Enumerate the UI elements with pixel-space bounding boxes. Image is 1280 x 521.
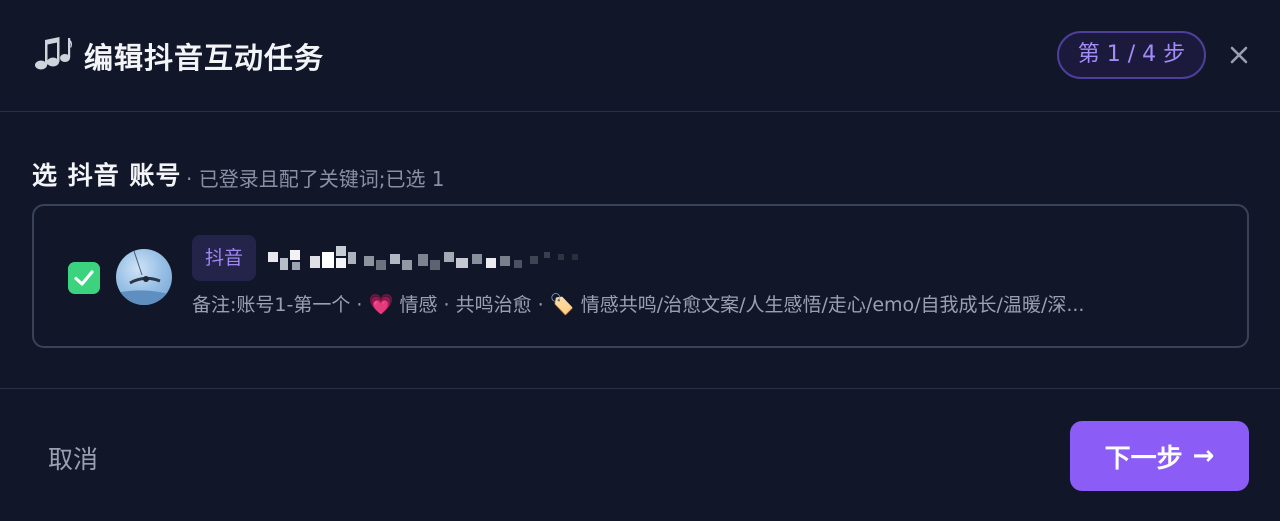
platform-tag: 抖音	[192, 235, 256, 281]
separator: ·	[537, 294, 544, 316]
next-step-button[interactable]: 下一步 →	[1070, 421, 1249, 491]
account-card[interactable]: 抖音 备注:账号1-第一个 · 💗 情感 · 共鸣治愈 · 🏷️ 情感共鸣/治愈…	[32, 204, 1249, 348]
separator: ·	[443, 294, 450, 316]
next-step-label: 下一步	[1104, 443, 1183, 474]
keywords-text: 情感共鸣/治愈文案/人生感悟/走心/emo/自我成长/温暖/深...	[580, 294, 1085, 316]
footer-divider	[0, 388, 1280, 389]
account-remark: 备注:账号1-第一个	[192, 294, 351, 316]
avatar-image-icon	[116, 250, 172, 305]
music-notes-icon	[35, 37, 72, 70]
redacted-name-pixels	[268, 246, 578, 270]
edit-task-modal: 编辑抖音互动任务 第 1 / 4 步 选 抖音 账号 · 已登录且配了关键词;已…	[0, 0, 1280, 521]
separator: ·	[356, 294, 363, 316]
category-label: 共鸣治愈	[455, 294, 532, 316]
cancel-button[interactable]: 取消	[48, 440, 98, 476]
emotion-label: 情感	[399, 294, 438, 316]
tag-icon: 🏷️	[549, 292, 575, 316]
section-label: 选 抖音 账号	[32, 161, 182, 190]
account-meta-line: 备注:账号1-第一个 · 💗 情感 · 共鸣治愈 · 🏷️ 情感共鸣/治愈文案/…	[192, 290, 1222, 317]
account-checkbox[interactable]	[68, 262, 100, 294]
section-hint: · 已登录且配了关键词;已选 1	[186, 167, 445, 191]
modal-title: 编辑抖音互动任务	[84, 41, 325, 75]
arrow-right-icon: →	[1192, 441, 1215, 471]
modal-header: 编辑抖音互动任务 第 1 / 4 步	[0, 0, 1280, 112]
avatar	[116, 249, 172, 305]
account-name-redacted	[268, 242, 598, 274]
close-icon[interactable]	[1224, 40, 1254, 70]
heart-icon: 💗	[368, 292, 394, 316]
step-indicator-badge: 第 1 / 4 步	[1057, 31, 1206, 79]
